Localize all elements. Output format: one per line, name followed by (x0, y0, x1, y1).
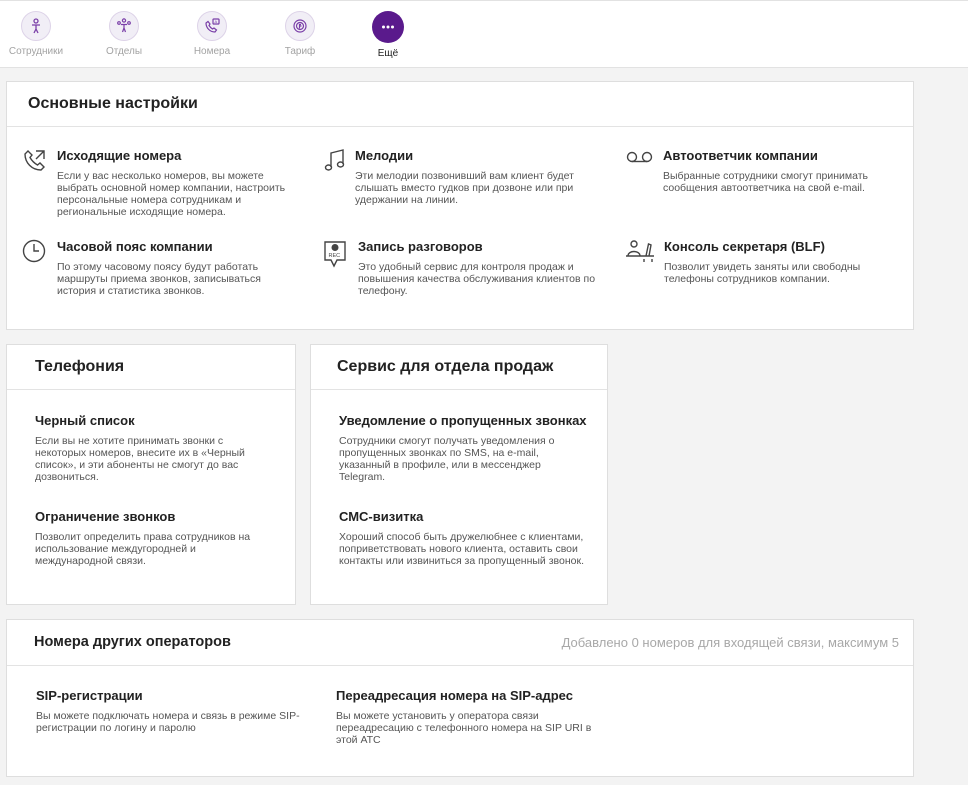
feature-secretary-console[interactable]: Консоль секретаря (BLF) Позволит увидеть… (625, 239, 905, 285)
card-header: Сервис для отдела продаж (311, 345, 607, 390)
feature-missed-call-notifications[interactable]: Уведомление о пропущенных звонках Сотруд… (339, 413, 589, 483)
nav-label: Номера (193, 46, 231, 57)
feature-description: Позволит определить права сотрудников на… (35, 531, 251, 567)
feature-blacklist[interactable]: Черный список Если вы не хотите принимат… (35, 413, 275, 483)
feature-call-recording[interactable]: REC Запись разговоров Это удобный сервис… (322, 239, 607, 297)
more-dots-icon (372, 11, 404, 43)
numbers-count-note: Добавлено 0 номеров для входящей связи, … (561, 635, 899, 650)
card-title: Телефония (35, 358, 125, 375)
departments-icon (109, 11, 139, 41)
feature-title: Часовой пояс компании (57, 239, 213, 254)
feature-company-voicemail[interactable]: Автоответчик компании Выбранные сотрудни… (625, 148, 905, 194)
feature-call-restrictions[interactable]: Ограничение звонков Позволит определить … (35, 509, 275, 567)
nav-item-more[interactable]: Ещё (348, 11, 428, 60)
nav-item-numbers[interactable]: A Номера (172, 11, 252, 58)
feature-description: Это удобный сервис для контроля продаж и… (358, 261, 596, 297)
feature-sip-forwarding[interactable]: Переадресация номера на SIP-адрес Вы мож… (336, 688, 596, 746)
sales-service-card: Сервис для отдела продаж Уведомление о п… (310, 344, 608, 605)
feature-title: SIP-регистрации (36, 688, 143, 703)
nav-label: Тариф (284, 46, 316, 57)
feature-description: Если у вас несколько номеров, вы можете … (57, 170, 286, 218)
feature-sip-registration[interactable]: SIP-регистрации Вы можете подключать ном… (36, 688, 306, 734)
clock-icon (22, 239, 46, 263)
outgoing-call-icon (24, 150, 45, 171)
feature-title: Ограничение звонков (35, 509, 176, 524)
nav-label: Отделы (105, 46, 143, 57)
voicemail-icon (626, 151, 653, 163)
card-title: Номера других операторов (34, 634, 231, 650)
feature-timezone[interactable]: Часовой пояс компании По этому часовому … (22, 239, 302, 297)
feature-title: Уведомление о пропущенных звонках (339, 413, 587, 428)
basic-settings-card: Основные настройки Исходящие номера Если… (6, 81, 914, 330)
feature-title: Мелодии (355, 148, 414, 163)
telephony-card: Телефония Черный список Если вы не хотит… (6, 344, 296, 605)
feature-description: По этому часовому поясу будут работать м… (57, 261, 261, 297)
nav-item-departments[interactable]: Отделы (84, 11, 164, 58)
card-title: Основные настройки (28, 95, 198, 112)
feature-title: Исходящие номера (57, 148, 182, 163)
card-header: Номера других операторов Добавлено 0 ном… (7, 620, 913, 666)
feature-description: Хороший способ быть дружелюбнее с клиент… (339, 531, 584, 567)
feature-title: Автоответчик компании (663, 148, 818, 163)
feature-description: Позволит увидеть заняты или свободны тел… (664, 261, 861, 285)
feature-description: Эти мелодии позвонивший вам клиент будет… (355, 170, 574, 206)
nav-label: Ещё (377, 48, 399, 59)
phone-numbers-icon: A (197, 11, 227, 41)
feature-title: Запись разговоров (358, 239, 483, 254)
feature-sms-card[interactable]: СМС-визитка Хороший способ быть дружелюб… (339, 509, 589, 567)
employee-icon (21, 11, 51, 41)
feature-description: Если вы не хотите принимать звонки с нек… (35, 435, 245, 483)
feature-title: Переадресация номера на SIP-адрес (336, 688, 573, 703)
feature-description: Вы можете подключать номера и связь в ре… (36, 710, 300, 734)
feature-title: Консоль секретаря (BLF) (664, 239, 825, 254)
feature-title: Черный список (35, 413, 135, 428)
nav-item-tariff[interactable]: Тариф (260, 11, 340, 58)
feature-description: Вы можете установить у оператора связи п… (336, 710, 592, 746)
nav-label: Сотрудники (8, 46, 64, 57)
feature-title: СМС-визитка (339, 509, 424, 524)
top-nav: Сотрудники Отделы A Номера Тариф Ещё (0, 0, 968, 68)
rec-icon: REC (324, 241, 346, 268)
card-header: Телефония (7, 345, 295, 390)
music-note-icon (324, 149, 345, 171)
feature-melodies[interactable]: Мелодии Эти мелодии позвонивший вам клие… (322, 148, 607, 206)
feature-description: Сотрудники смогут получать уведомления о… (339, 435, 555, 483)
card-title: Сервис для отдела продаж (337, 358, 554, 375)
tariff-icon (285, 11, 315, 41)
feature-description: Выбранные сотрудники смогут принимать со… (663, 170, 868, 194)
other-operators-card: Номера других операторов Добавлено 0 ном… (6, 619, 914, 777)
svg-text:A: A (215, 19, 218, 24)
feature-outgoing-numbers[interactable]: Исходящие номера Если у вас несколько но… (22, 148, 302, 218)
secretary-console-icon (626, 240, 654, 262)
nav-item-employees[interactable]: Сотрудники (0, 11, 76, 58)
card-header: Основные настройки (7, 82, 913, 127)
svg-text:REC: REC (329, 253, 341, 259)
